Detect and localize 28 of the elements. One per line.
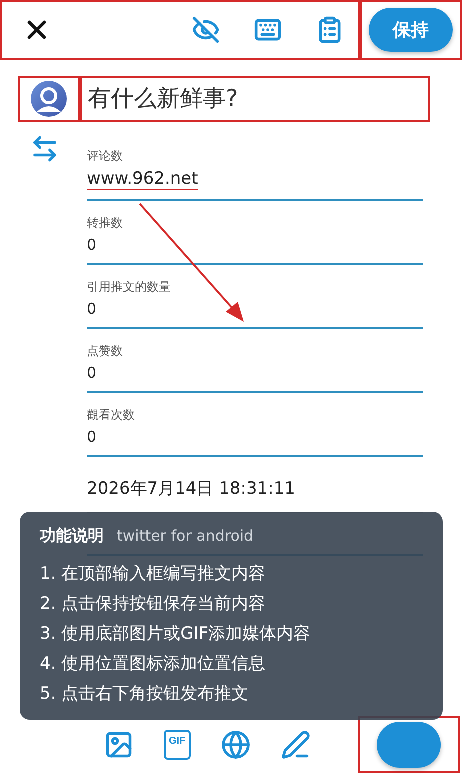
field-value[interactable]: 0 [87, 300, 97, 318]
compose-input[interactable]: 有什么新鲜事? [86, 85, 428, 113]
avatar-icon [31, 81, 67, 117]
gif-button[interactable]: GIF [164, 730, 191, 760]
field-label: 转推数 [87, 215, 124, 232]
help-step: 4. 使用位置图标添加位置信息 [40, 652, 423, 675]
publish-button[interactable] [377, 722, 441, 768]
field-value[interactable]: www.962.net [87, 169, 198, 190]
compose-field[interactable]: 有什么新鲜事? [80, 76, 430, 122]
field-value[interactable]: 0 [87, 364, 97, 382]
field-value[interactable]: 0 [87, 428, 97, 446]
field-label: 觀看次数 [87, 407, 136, 424]
field-value[interactable]: 0 [87, 236, 97, 254]
help-step: 5. 点击右下角按钮发布推文 [40, 682, 423, 705]
help-step: 3. 使用底部图片或GIF添加媒体内容 [40, 622, 423, 645]
pen-icon[interactable] [280, 730, 311, 760]
eye-off-icon[interactable] [192, 16, 220, 44]
panel-title: 功能说明 [40, 526, 104, 547]
image-icon[interactable] [104, 730, 134, 760]
field-value[interactable]: 2026年7月14日 18:31:11 [87, 477, 296, 500]
globe-icon[interactable] [220, 730, 251, 760]
help-step: 1. 在顶部输入框编写推文内容 [40, 562, 423, 585]
help-step: 2. 点击保持按钮保存当前内容 [40, 592, 423, 615]
field-label: 引用推文的数量 [87, 279, 172, 296]
field-label: 评论数 [87, 148, 124, 165]
field-label: 点赞数 [87, 343, 124, 360]
save-button[interactable]: 保持 [369, 8, 453, 52]
field-value[interactable]: twitter for android [117, 527, 254, 545]
